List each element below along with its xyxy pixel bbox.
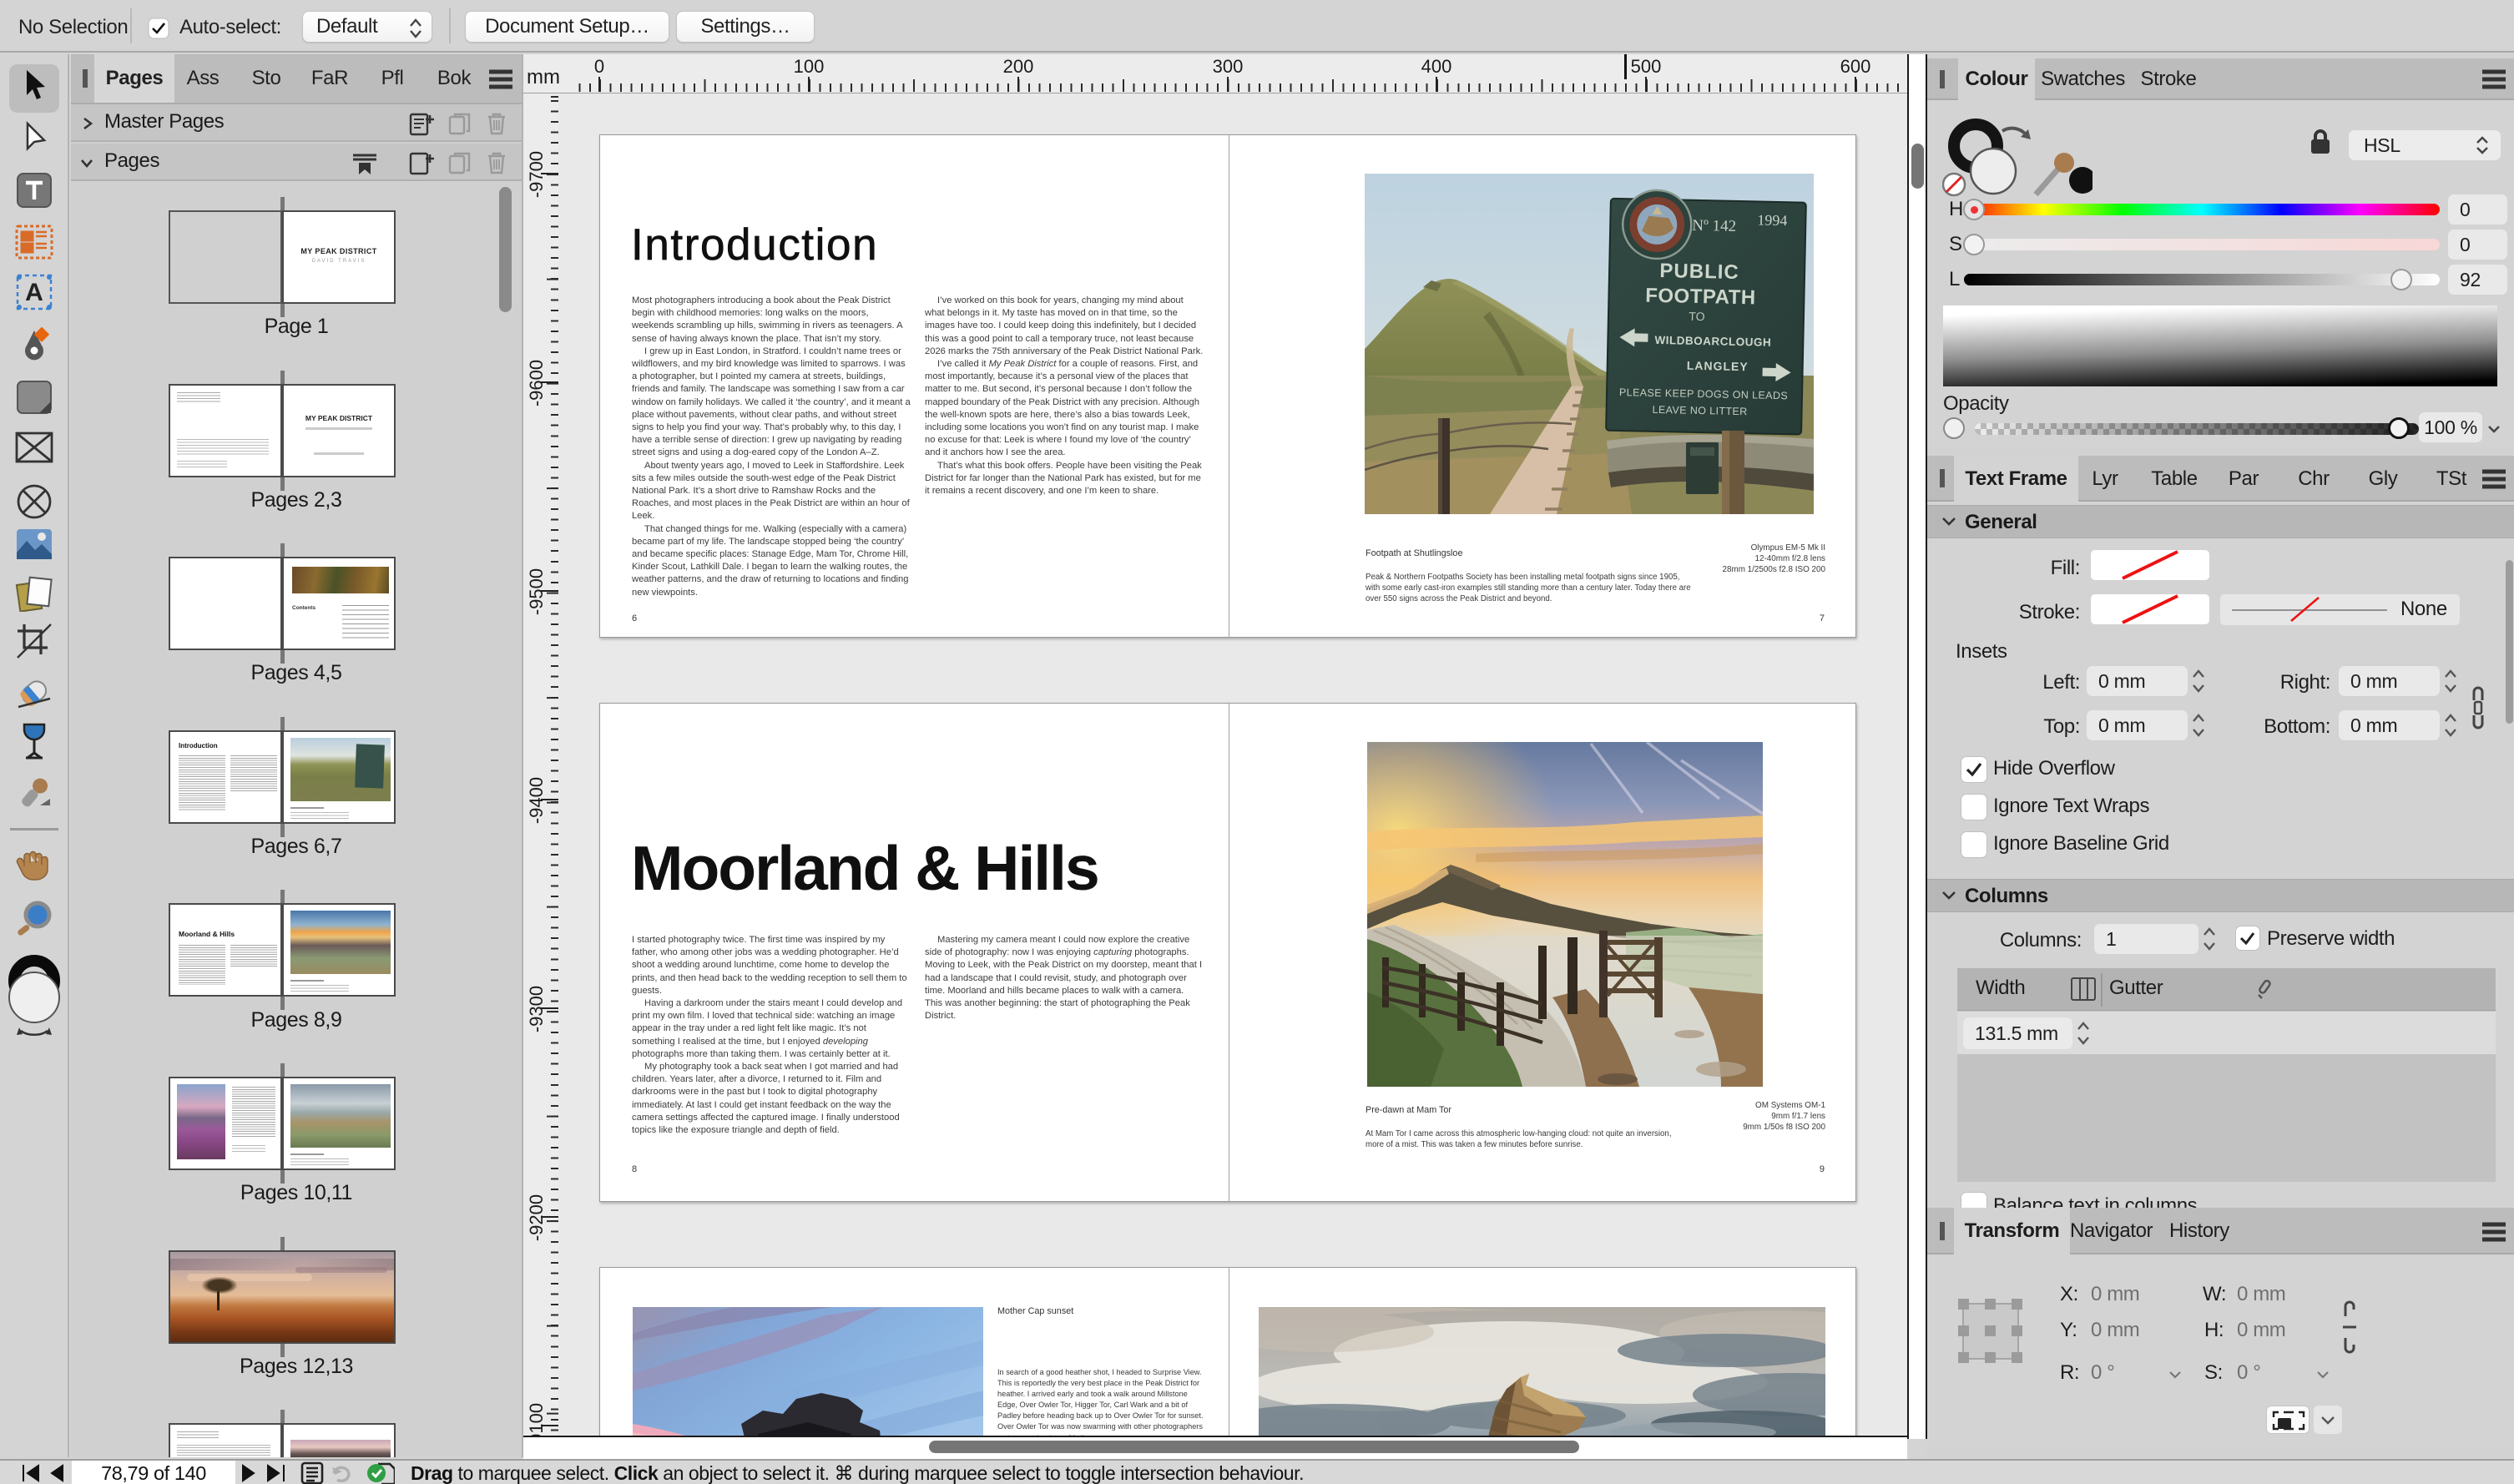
svg-text:WILDBOARCLOUGH: WILDBOARCLOUGH bbox=[1654, 334, 1771, 349]
svg-text:TO: TO bbox=[1689, 310, 1705, 323]
svg-text:FOOTPATH: FOOTPATH bbox=[1645, 285, 1756, 310]
svg-text:A: A bbox=[25, 279, 43, 306]
svg-text:PUBLIC: PUBLIC bbox=[1659, 260, 1739, 284]
svg-text:Nº 142: Nº 142 bbox=[1692, 217, 1736, 235]
svg-text:LANGLEY: LANGLEY bbox=[1687, 359, 1749, 374]
svg-text:LEAVE NO LITTER: LEAVE NO LITTER bbox=[1652, 404, 1747, 417]
svg-text:1994: 1994 bbox=[1757, 211, 1787, 229]
